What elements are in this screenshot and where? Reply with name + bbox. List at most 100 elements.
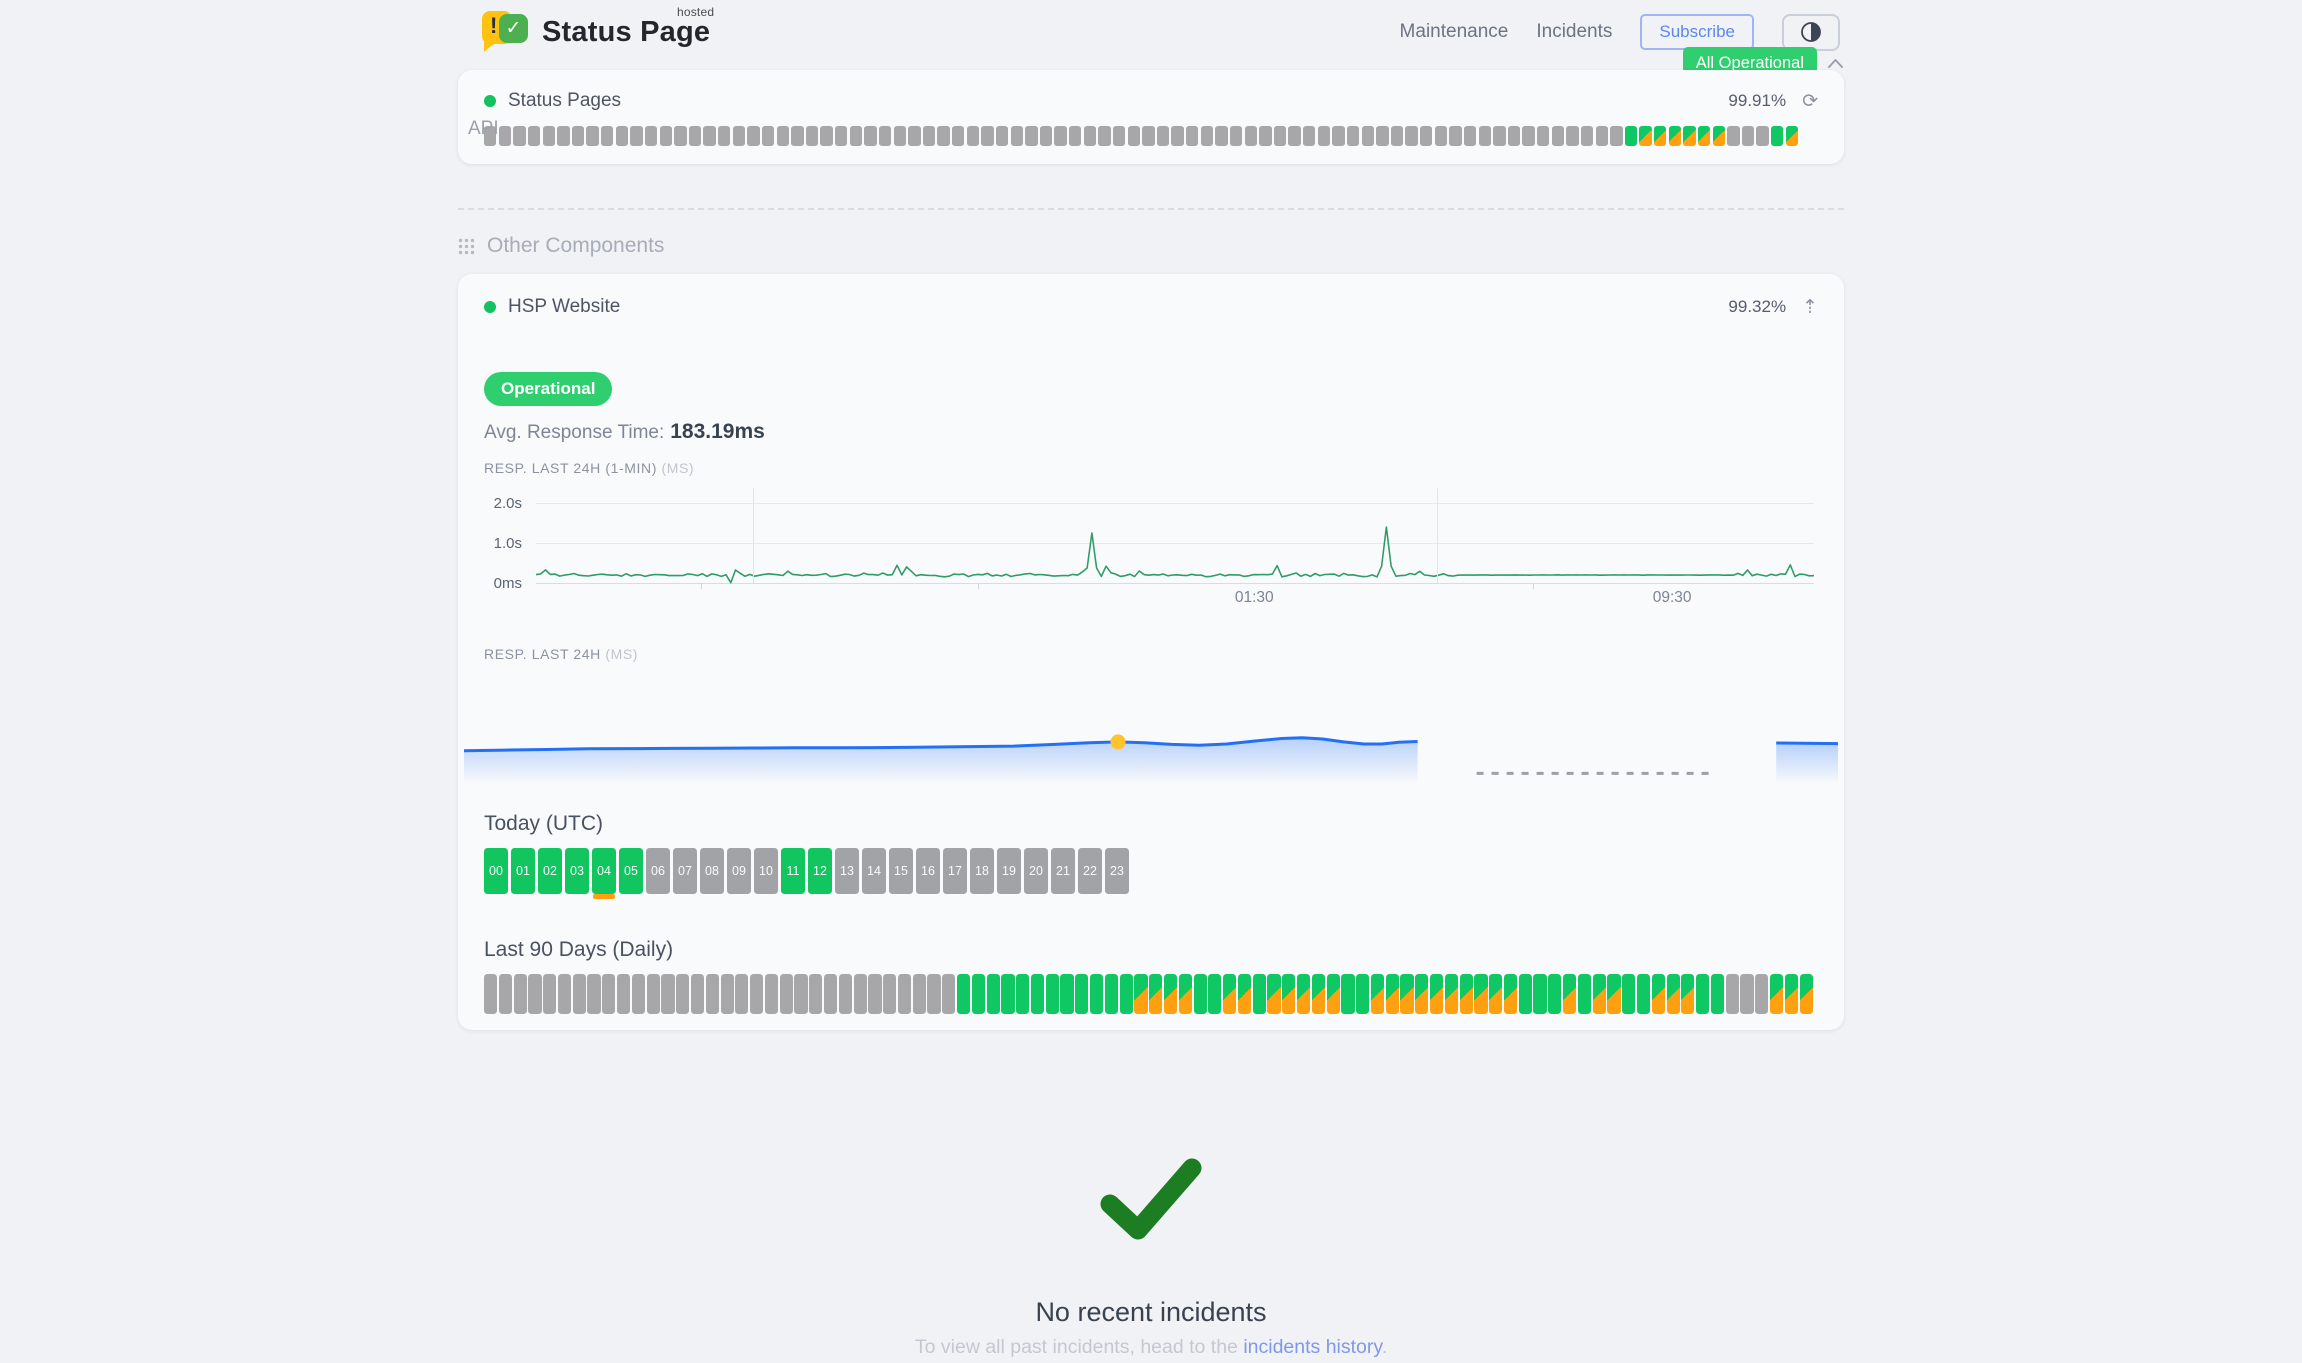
day-block-nodata[interactable]	[824, 974, 837, 1014]
trend-up-icon[interactable]: ⇡	[1802, 298, 1818, 317]
uptime-bar-nodata[interactable]	[777, 126, 789, 146]
hour-block-21[interactable]: 21	[1051, 848, 1075, 894]
hour-block-14[interactable]: 14	[862, 848, 886, 894]
day-block-operational[interactable]	[957, 974, 970, 1014]
subscribe-button[interactable]: Subscribe	[1640, 14, 1754, 50]
day-block-operational[interactable]	[987, 974, 1000, 1014]
uptime-bar-nodata[interactable]	[996, 126, 1008, 146]
day-block-degraded[interactable]	[1415, 974, 1428, 1014]
uptime-bar-nodata[interactable]	[1449, 126, 1461, 146]
hour-block-20[interactable]: 20	[1024, 848, 1048, 894]
day-block-degraded[interactable]	[1267, 974, 1280, 1014]
uptime-bar-nodata[interactable]	[543, 126, 555, 146]
day-block-degraded[interactable]	[1489, 974, 1502, 1014]
day-block-nodata[interactable]	[617, 974, 630, 1014]
hour-block-15[interactable]: 15	[889, 848, 913, 894]
day-block-degraded[interactable]	[1282, 974, 1295, 1014]
hour-block-16[interactable]: 16	[916, 848, 940, 894]
uptime-bar-nodata[interactable]	[513, 126, 525, 146]
uptime-bar-nodata[interactable]	[1479, 126, 1491, 146]
uptime-bar-nodata[interactable]	[1288, 126, 1300, 146]
uptime-bar-nodata[interactable]	[703, 126, 715, 146]
uptime-bar-nodata[interactable]	[937, 126, 949, 146]
logo[interactable]: ! ✓ Status Page hosted	[482, 9, 710, 55]
uptime-bar-nodata[interactable]	[1186, 126, 1198, 146]
uptime-bar-nodata[interactable]	[1566, 126, 1578, 146]
uptime-bar-nodata[interactable]	[1098, 126, 1110, 146]
day-block-nodata[interactable]	[735, 974, 748, 1014]
uptime-bar-operational[interactable]	[1625, 126, 1637, 146]
uptime-bar-nodata[interactable]	[806, 126, 818, 146]
day-block-operational[interactable]	[1120, 974, 1133, 1014]
day-block-operational[interactable]	[1533, 974, 1546, 1014]
uptime-bar-nodata[interactable]	[1157, 126, 1169, 146]
uptime-bar-nodata[interactable]	[820, 126, 832, 146]
uptime-bar-nodata[interactable]	[908, 126, 920, 146]
uptime-bar-nodata[interactable]	[1259, 126, 1271, 146]
uptime-bar-nodata[interactable]	[1318, 126, 1330, 146]
day-block-nodata[interactable]	[499, 974, 512, 1014]
day-block-operational[interactable]	[1016, 974, 1029, 1014]
uptime-bar-nodata[interactable]	[1274, 126, 1286, 146]
day-block-degraded[interactable]	[1607, 974, 1620, 1014]
uptime-bar-nodata[interactable]	[981, 126, 993, 146]
day-block-nodata[interactable]	[794, 974, 807, 1014]
day-block-nodata[interactable]	[573, 974, 586, 1014]
hour-block-12[interactable]: 12	[808, 848, 832, 894]
uptime-bar-nodata[interactable]	[1011, 126, 1023, 146]
uptime-bar-nodata[interactable]	[894, 126, 906, 146]
day-block-nodata[interactable]	[647, 974, 660, 1014]
day-block-nodata[interactable]	[765, 974, 778, 1014]
uptime-bar-nodata[interactable]	[1610, 126, 1622, 146]
day-block-nodata[interactable]	[602, 974, 615, 1014]
day-block-degraded[interactable]	[1800, 974, 1813, 1014]
day-block-degraded[interactable]	[1430, 974, 1443, 1014]
day-block-degraded[interactable]	[1460, 974, 1473, 1014]
day-block-nodata[interactable]	[839, 974, 852, 1014]
day-block-degraded[interactable]	[1327, 974, 1340, 1014]
day-block-nodata[interactable]	[809, 974, 822, 1014]
day-block-nodata[interactable]	[913, 974, 926, 1014]
day-block-operational[interactable]	[1105, 974, 1118, 1014]
uptime-bar-nodata[interactable]	[733, 126, 745, 146]
day-block-nodata[interactable]	[883, 974, 896, 1014]
uptime-bar-nodata[interactable]	[1508, 126, 1520, 146]
uptime-bar-nodata[interactable]	[572, 126, 584, 146]
refresh-icon[interactable]: ⟳	[1802, 92, 1818, 111]
uptime-bar-degraded[interactable]	[1639, 126, 1651, 146]
day-block-degraded[interactable]	[1134, 974, 1147, 1014]
day-block-nodata[interactable]	[676, 974, 689, 1014]
uptime-bar-nodata[interactable]	[1245, 126, 1257, 146]
day-block-nodata[interactable]	[854, 974, 867, 1014]
day-block-degraded[interactable]	[1164, 974, 1177, 1014]
uptime-bar-nodata[interactable]	[645, 126, 657, 146]
uptime-bar-nodata[interactable]	[835, 126, 847, 146]
day-block-degraded[interactable]	[1179, 974, 1192, 1014]
day-block-operational[interactable]	[1622, 974, 1635, 1014]
hour-block-23[interactable]: 23	[1105, 848, 1129, 894]
day-block-operational[interactable]	[1637, 974, 1650, 1014]
uptime-bar-operational[interactable]	[1771, 126, 1783, 146]
day-block-degraded[interactable]	[1563, 974, 1576, 1014]
uptime-bar-nodata[interactable]	[967, 126, 979, 146]
response-daily-chart[interactable]	[464, 678, 1838, 788]
day-block-nodata[interactable]	[528, 974, 541, 1014]
day-block-nodata[interactable]	[1740, 974, 1753, 1014]
uptime-bar-nodata[interactable]	[1435, 126, 1447, 146]
day-block-operational[interactable]	[1090, 974, 1103, 1014]
hour-block-10[interactable]: 10	[754, 848, 778, 894]
uptime-bar-nodata[interactable]	[630, 126, 642, 146]
uptime-bar-nodata[interactable]	[1742, 126, 1754, 146]
day-block-operational[interactable]	[1075, 974, 1088, 1014]
day-block-nodata[interactable]	[484, 974, 497, 1014]
uptime-bar-nodata[interactable]	[689, 126, 701, 146]
uptime-bar-nodata[interactable]	[791, 126, 803, 146]
uptime-bar-nodata[interactable]	[1493, 126, 1505, 146]
uptime-bar-nodata[interactable]	[1303, 126, 1315, 146]
uptime-bar-nodata[interactable]	[1420, 126, 1432, 146]
day-block-operational[interactable]	[1031, 974, 1044, 1014]
hour-block-11[interactable]: 11	[781, 848, 805, 894]
day-block-nodata[interactable]	[868, 974, 881, 1014]
uptime-bar-nodata[interactable]	[850, 126, 862, 146]
uptime-bar-nodata[interactable]	[499, 126, 511, 146]
